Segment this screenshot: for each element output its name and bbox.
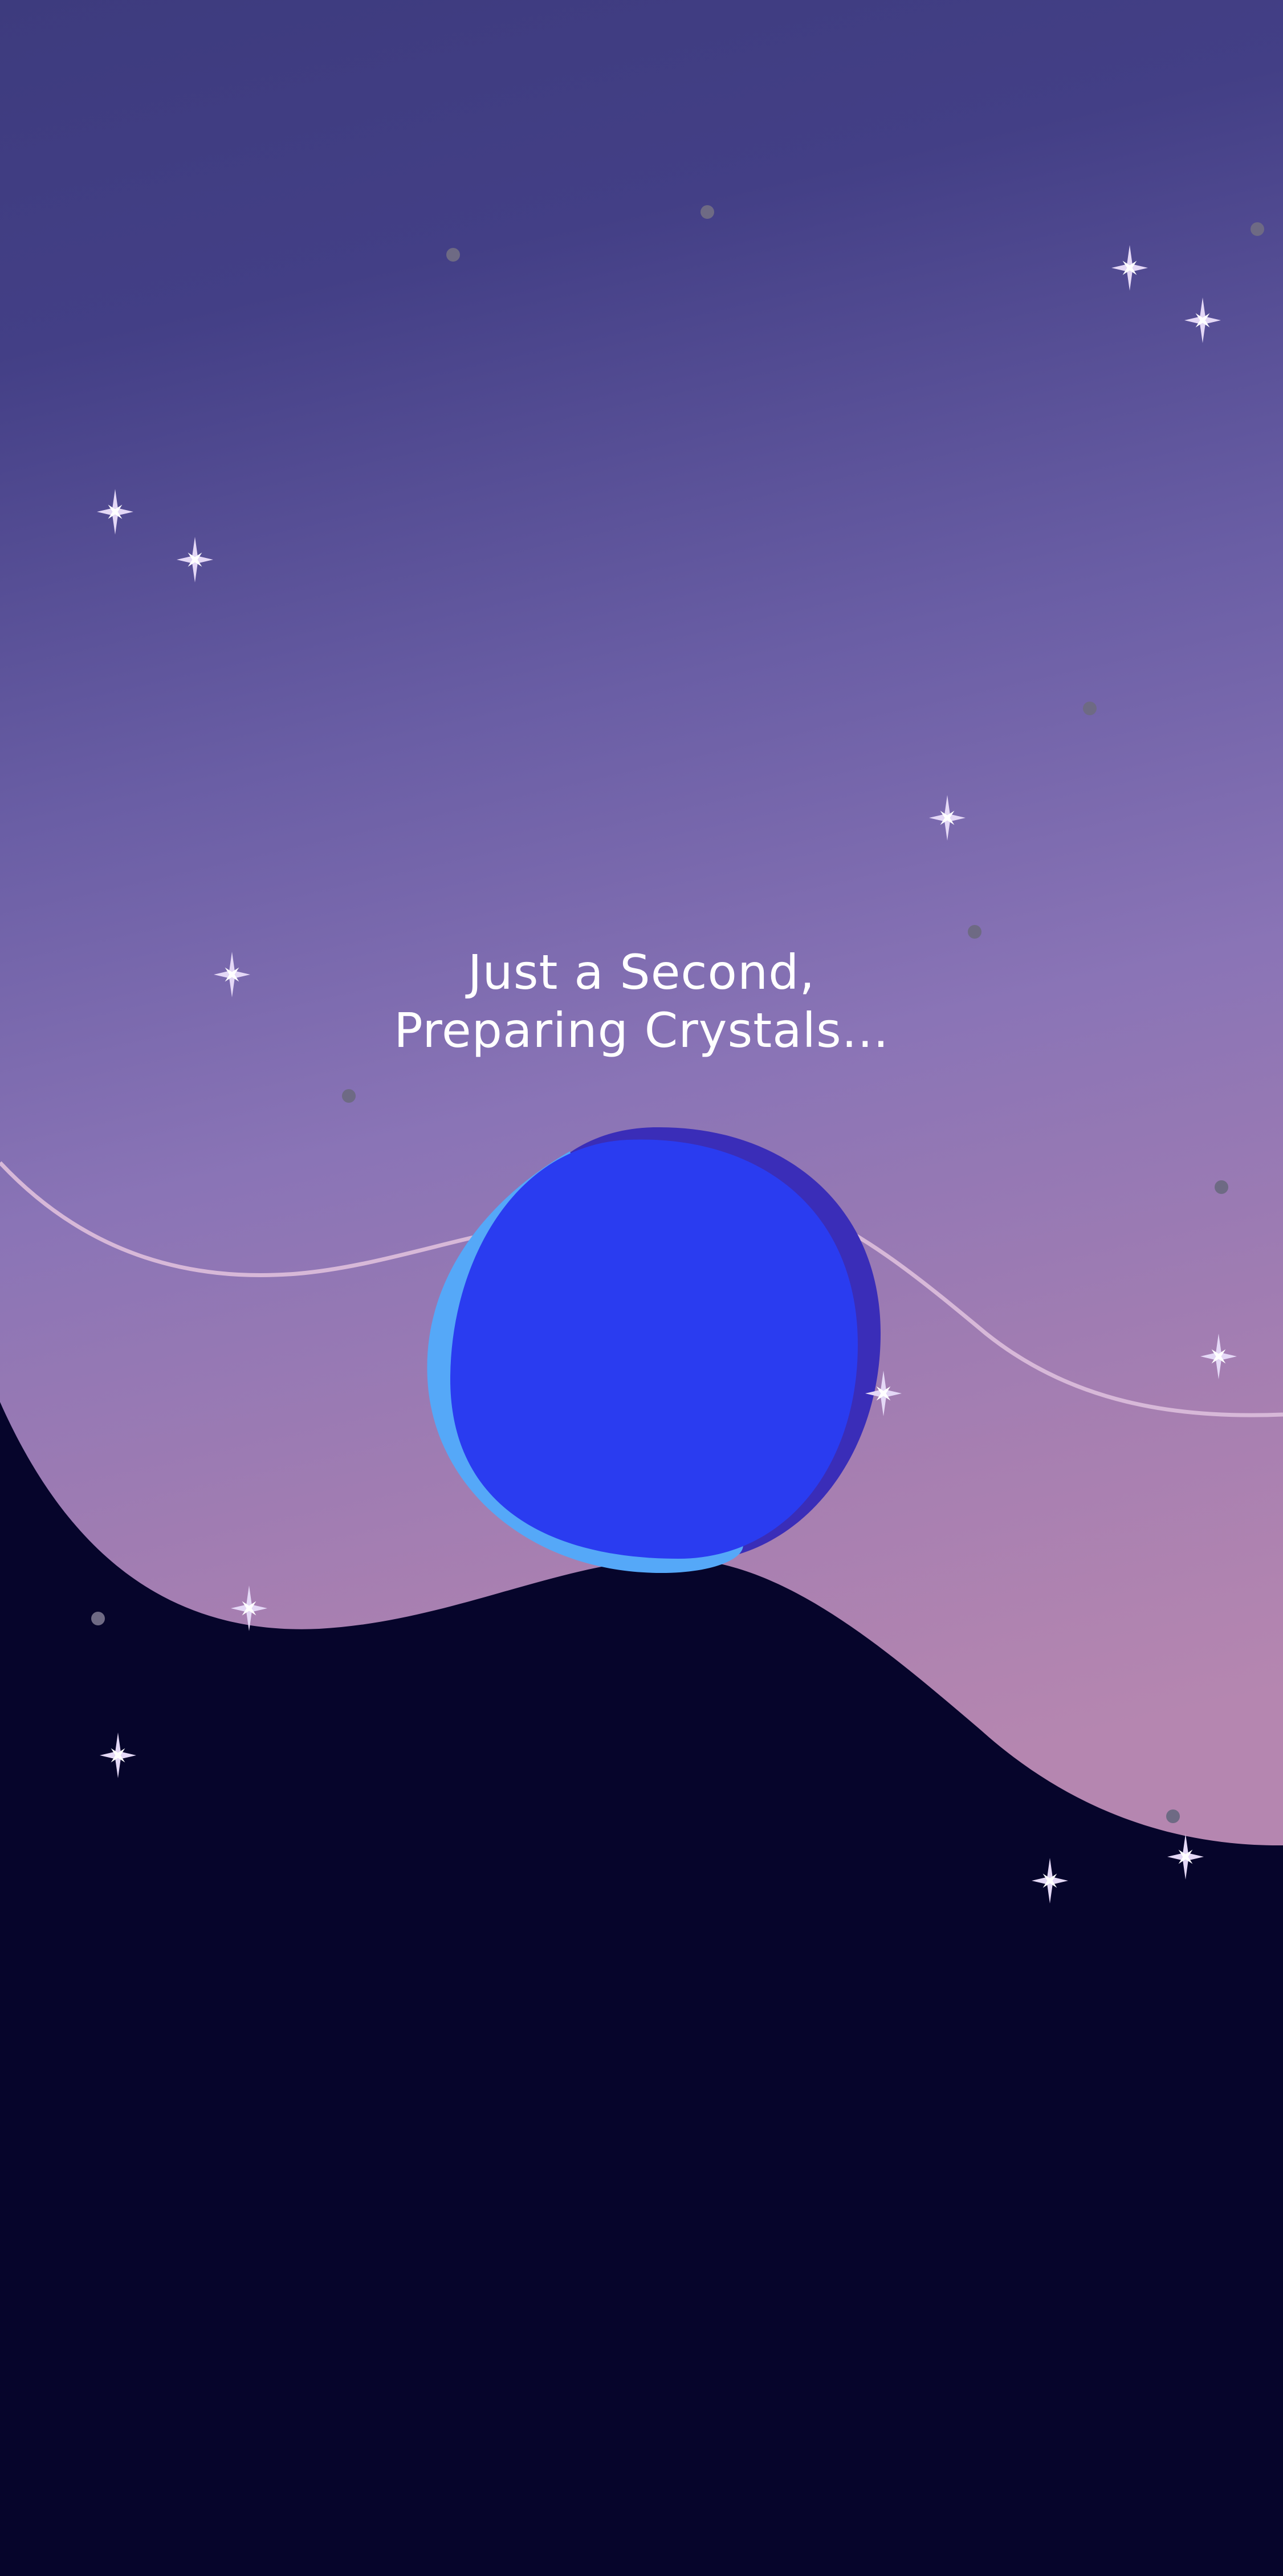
dot-icon [968,925,981,939]
dot-icon [91,1612,105,1625]
dot-icon [446,248,460,262]
dot-icon [1251,222,1264,236]
dot-icon [1166,1809,1180,1823]
loading-message: Just a Second, Preparing Crystals... [0,943,1283,1059]
loading-message-line-2: Preparing Crystals... [394,1002,889,1058]
scene-illustration [0,0,1283,2576]
loading-screen: Just a Second, Preparing Crystals... [0,0,1283,2576]
dot-icon [1215,1180,1228,1194]
dot-icon [1083,702,1097,715]
loading-message-line-1: Just a Second, [467,944,816,1000]
dot-icon [342,1089,356,1103]
dot-icon [700,205,714,219]
